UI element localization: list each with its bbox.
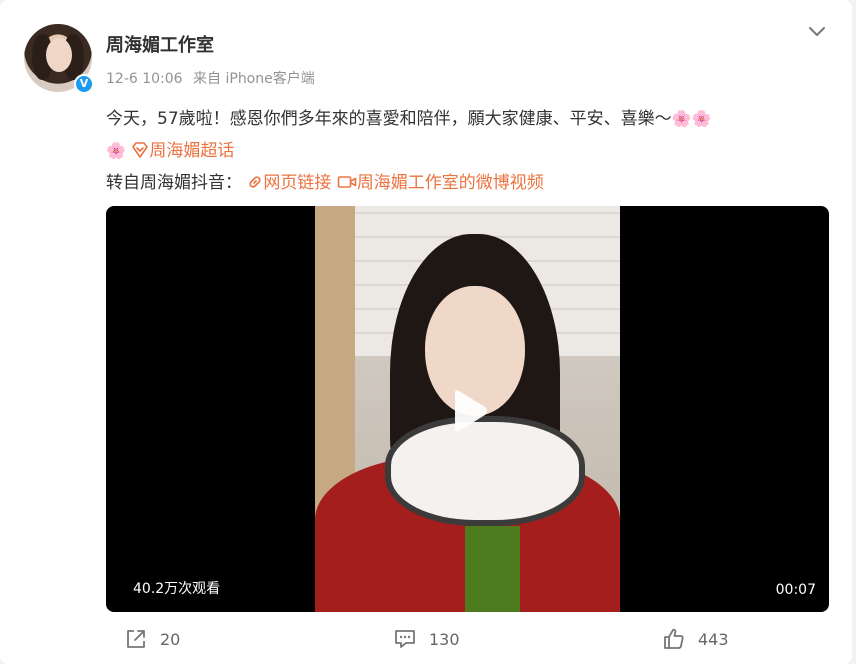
comment-icon [395, 630, 415, 648]
web-link[interactable]: 网页链接 [247, 173, 336, 193]
video-player[interactable]: 40.2万次观看 00:07 [106, 206, 829, 612]
avatar-face [46, 38, 72, 72]
share-button[interactable]: 20 [124, 626, 180, 652]
share-count: 20 [160, 629, 181, 649]
view-count: 40.2万次观看 [133, 581, 221, 597]
supertopic-label: 周海媚超话 [149, 141, 235, 161]
thumbnail-scarf-end [465, 526, 520, 612]
post-time[interactable]: 12-6 10:06 [106, 71, 183, 87]
comment-count: 130 [429, 629, 460, 649]
post-meta: 12-6 10:06 来自 iPhone客户端 [106, 68, 315, 88]
video-link-label: 周海媚工作室的微博视频 [356, 173, 544, 193]
post-source: 来自 iPhone客户端 [193, 71, 315, 87]
video-link[interactable]: 周海媚工作室的微博视频 [337, 173, 544, 193]
share-icon [127, 630, 145, 648]
like-icon [664, 628, 684, 649]
supertopic-link[interactable]: 周海媚超话 [131, 141, 234, 161]
video-icon [337, 176, 357, 188]
like-button[interactable]: 443 [662, 626, 729, 652]
verified-icon: V [74, 74, 94, 94]
chevron-down-icon[interactable] [806, 20, 828, 42]
post-text-line-3: 转自周海媚抖音： 网页链接 周海媚工作室的微博视频 [106, 168, 544, 193]
web-link-label: 网页链接 [263, 173, 332, 193]
play-icon[interactable] [441, 385, 493, 437]
video-duration: 00:07 [775, 582, 816, 598]
weibo-post-card: V 周海媚工作室 12-6 10:06 来自 iPhone客户端 今天，57歲啦… [0, 0, 852, 664]
repost-prefix: 转自周海媚抖音： [106, 173, 242, 193]
flower-emoji-single: 🌸 [106, 141, 126, 160]
like-count: 443 [698, 629, 729, 649]
link-icon [249, 176, 262, 188]
post-text-line-2: 🌸 周海媚超话 [106, 136, 234, 161]
comment-button[interactable]: 130 [393, 626, 460, 652]
post-text-line-1: 今天，57歲啦！感恩你們多年來的喜愛和陪伴，願大家健康、平安、喜樂～🌸🌸 [106, 104, 711, 129]
post-text: 今天，57歲啦！感恩你們多年來的喜愛和陪伴，願大家健康、平安、喜樂～ [106, 109, 672, 129]
author-name[interactable]: 周海媚工作室 [106, 31, 214, 57]
flower-emoji: 🌸🌸 [671, 109, 712, 128]
supertopic-icon [132, 142, 149, 158]
